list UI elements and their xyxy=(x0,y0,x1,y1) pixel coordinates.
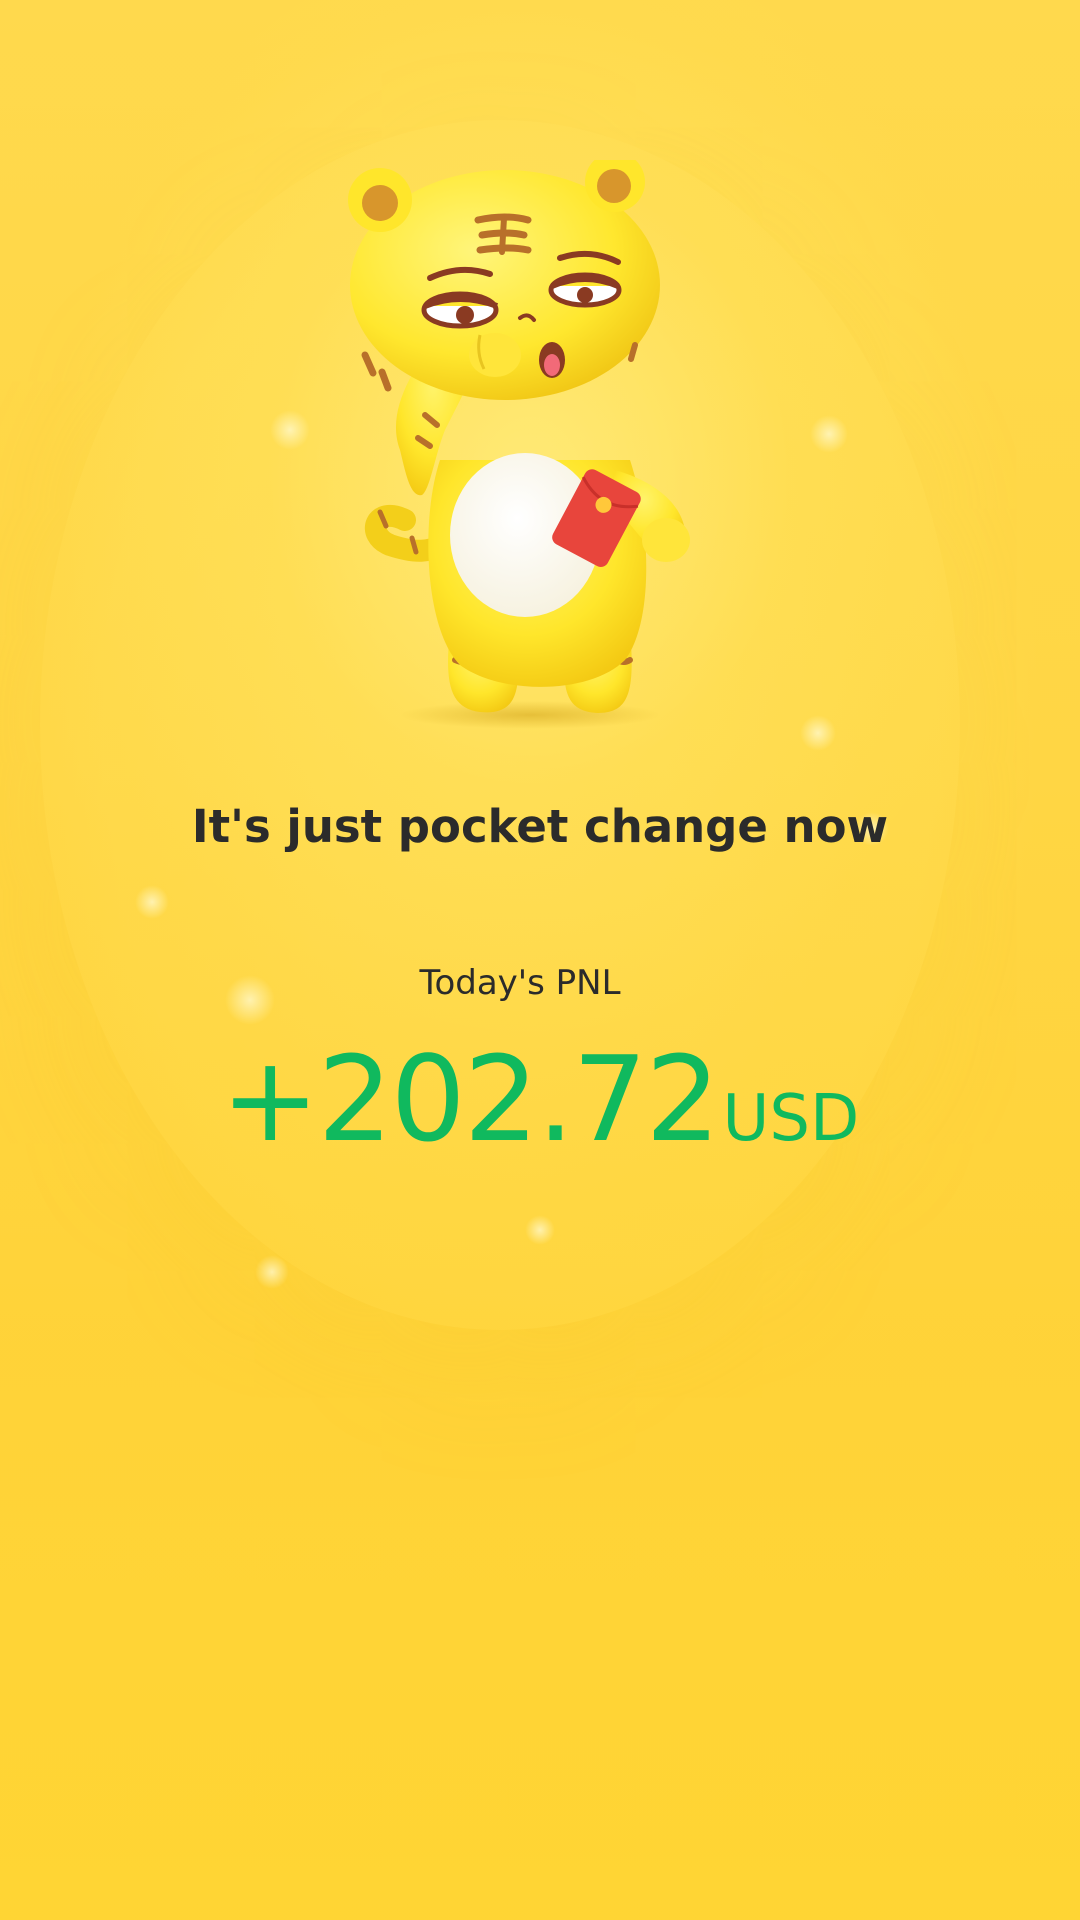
bokeh-sparkle xyxy=(270,410,310,450)
bokeh-sparkle xyxy=(255,1255,289,1289)
todays-pnl-label: Today's PNL xyxy=(419,963,621,1003)
bokeh-sparkle xyxy=(810,415,848,453)
bokeh-sparkle xyxy=(525,1215,555,1245)
bokeh-sparkle xyxy=(800,715,836,751)
headline-message: It's just pocket change now xyxy=(191,800,889,853)
tiger-mascot-illustration xyxy=(348,160,690,729)
pnl-amount: +202.72 xyxy=(220,1030,721,1168)
bokeh-sparkle xyxy=(135,885,169,919)
pnl-currency-unit: USD xyxy=(722,1082,860,1156)
todays-pnl-value: +202.72USD xyxy=(0,1030,1080,1168)
